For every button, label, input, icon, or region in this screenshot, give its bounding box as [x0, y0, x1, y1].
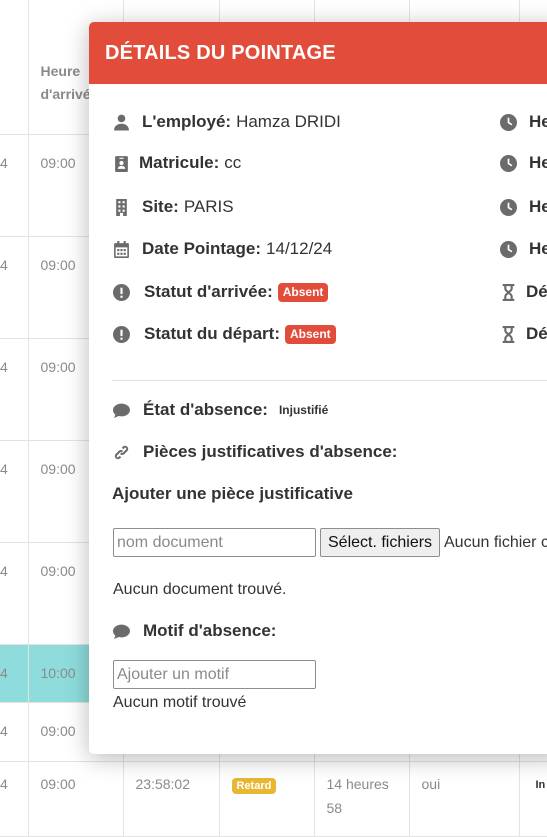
table-cell: Retard — [219, 761, 315, 837]
table-cell: 4 — [0, 702, 29, 763]
absence-state-value: Injustifié — [278, 403, 329, 417]
arrival-status-row: Statut d'arrivée: Absent — [112, 282, 329, 302]
absence-reason-row: Motif d'absence: — [112, 621, 281, 641]
right-field-row: Dé — [499, 324, 547, 344]
user-icon — [112, 113, 130, 131]
table-cell: 4 — [0, 761, 29, 837]
right-field-row: He — [499, 153, 547, 173]
arrival-status-badge: Absent — [277, 282, 329, 302]
right-field-row: Dé — [499, 282, 547, 302]
matricule-row: Matricule: cc — [112, 153, 241, 173]
hourglass-icon — [499, 325, 517, 343]
employee-row: L'employé: Hamza DRIDI — [112, 112, 341, 132]
right-field-row: He — [499, 239, 547, 259]
employee-label: L'employé: — [142, 112, 232, 131]
link-icon — [112, 443, 130, 461]
id-badge-icon — [112, 154, 130, 172]
table-row[interactable]: 4 09:00 23:58:02 Retard 14 heures 58 oui… — [0, 761, 547, 837]
clock-icon — [499, 198, 517, 216]
absence-documents-label: Pièces justificatives d'absence: — [143, 442, 398, 461]
absence-documents-row: Pièces justificatives d'absence: — [112, 442, 402, 462]
table-cell: 4 — [0, 440, 29, 543]
exclamation-circle-icon — [112, 325, 130, 343]
hourglass-icon — [499, 283, 517, 301]
matricule-label: Matricule: — [139, 153, 220, 172]
file-status-text: Aucun fichier c — [444, 534, 547, 551]
right-field-label: Dé — [526, 324, 547, 343]
right-field-label: He — [529, 239, 547, 258]
table-cell: 4 — [0, 134, 29, 237]
status-badge-retard: Retard — [231, 778, 277, 795]
table-cell: 4 — [0, 542, 29, 645]
absence-state-label: État d'absence: — [143, 400, 268, 419]
employee-value: Hamza DRIDI — [236, 112, 341, 131]
table-cell: 23:58:02 — [123, 761, 220, 837]
absence-reason-label: Motif d'absence: — [143, 621, 277, 640]
right-field-row: He — [499, 197, 547, 217]
arrival-status-label: Statut d'arrivée: — [144, 282, 273, 301]
right-field-label: Dé — [526, 282, 547, 301]
departure-status-badge: Absent — [285, 324, 336, 344]
table-cell: 4 — [0, 236, 29, 339]
date-label: Date Pointage: — [142, 239, 262, 258]
comment-icon — [112, 401, 130, 419]
site-value: PARIS — [183, 197, 234, 216]
date-row: Date Pointage: 14/12/24 — [112, 239, 332, 259]
site-label: Site: — [142, 197, 179, 216]
right-field-row: He — [499, 112, 547, 132]
pointage-details-modal: DÉTAILS DU POINTAGE L'employé: Hamza DRI… — [89, 22, 547, 754]
exclamation-circle-icon — [112, 283, 130, 301]
table-cell: oui — [409, 761, 520, 837]
comment-icon — [112, 622, 130, 640]
section-divider — [112, 380, 547, 381]
table-header-cell — [0, 0, 29, 135]
table-cell: 4 — [0, 644, 29, 704]
clock-icon — [499, 154, 517, 172]
building-icon — [112, 198, 130, 216]
right-field-label: He — [529, 197, 547, 216]
clock-icon — [499, 240, 517, 258]
site-row: Site: PARIS — [112, 197, 234, 217]
departure-status-label: Statut du départ: — [144, 324, 280, 343]
table-cell: 14 heures 58 — [314, 761, 410, 837]
add-document-title: Ajouter une pièce justificative — [112, 484, 353, 503]
departure-status-row: Statut du départ: Absent — [112, 324, 336, 344]
table-cell: 4 — [0, 338, 29, 441]
right-field-label: He — [529, 153, 547, 172]
select-files-button[interactable]: Sélect. fichiers — [320, 528, 441, 557]
date-value: 14/12/24 — [266, 239, 333, 258]
absence-state-row: État d'absence: Injustifié — [112, 400, 328, 420]
table-cell: 09:00 — [28, 761, 124, 837]
modal-title: DÉTAILS DU POINTAGE — [105, 41, 336, 64]
no-reason-text: Aucun motif trouvé — [113, 694, 247, 711]
modal-header: DÉTAILS DU POINTAGE — [89, 22, 547, 84]
table-cell: In — [519, 761, 547, 837]
reason-input[interactable] — [113, 660, 316, 689]
matricule-value: cc — [224, 153, 242, 172]
clock-icon — [499, 113, 517, 131]
right-field-label: He — [529, 112, 547, 131]
no-document-text: Aucun document trouvé. — [113, 581, 287, 598]
calendar-icon — [112, 240, 130, 258]
document-name-input[interactable] — [113, 528, 316, 557]
